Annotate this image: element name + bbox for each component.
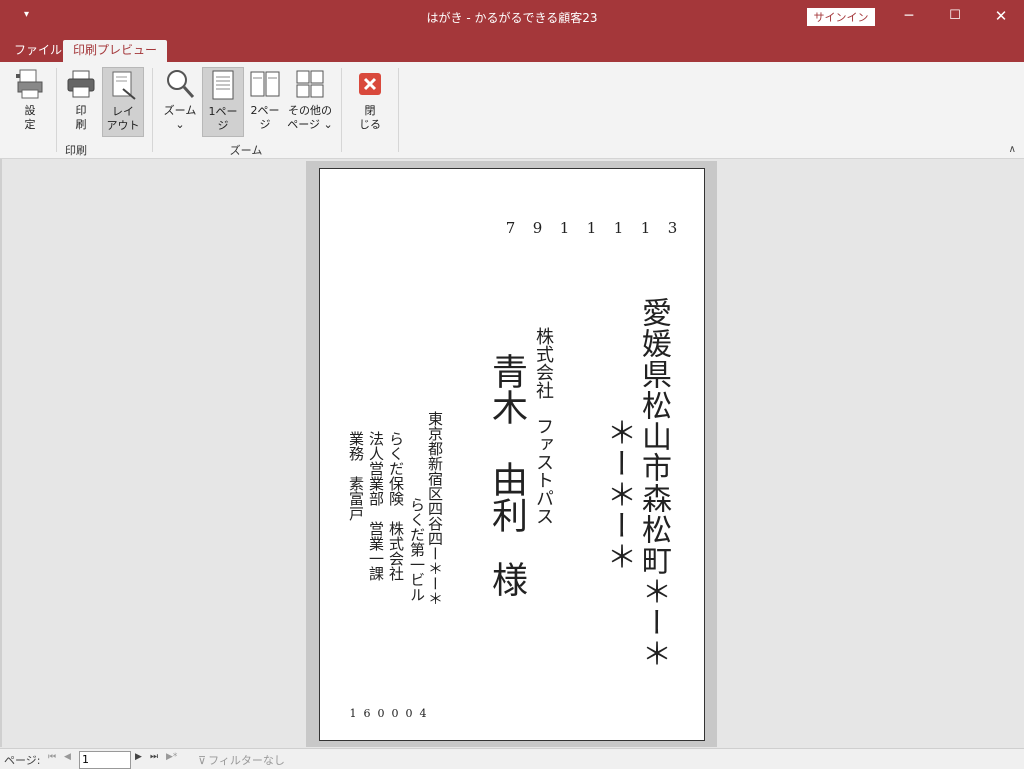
layout-icon [112, 71, 136, 100]
sender-zip-digit: 1 [349, 707, 357, 720]
filter-icon: ⊽ [198, 754, 207, 767]
dest-zip-digit: 1 [586, 219, 597, 237]
group-separator [152, 68, 153, 152]
minimize-icon[interactable]: ─ [886, 0, 932, 34]
dest-zip-digit: 7 [505, 219, 516, 237]
title-bar: ▾ はがき - かるがるできる顧客23 サインイン ─ ☐ ✕ [0, 0, 1024, 34]
tab-print-preview[interactable]: 印刷プレビュー [63, 40, 168, 62]
one-page-label: 1ペー ジ [208, 105, 238, 132]
filter-label: フィルターなし [208, 754, 285, 767]
sender-zip-digit: 4 [419, 707, 427, 720]
prev-page-icon[interactable]: ◀ [64, 752, 71, 762]
tab-file[interactable]: ファイル [4, 40, 72, 62]
group-separator [56, 68, 57, 152]
first-page-icon[interactable]: ⏮ [48, 752, 56, 762]
zoom-button[interactable]: ズーム ⌄ [160, 68, 200, 132]
signin-button[interactable]: サインイン [807, 8, 875, 26]
close-preview-button[interactable]: 閉 じる [352, 68, 388, 132]
dest-honorific: 様 [486, 561, 527, 597]
dest-company: 株式会社 ファストパス [533, 327, 554, 525]
dest-name: 青木 由利 [486, 353, 527, 533]
postcard-preview: 7911113 愛媛県松山市森松町＊ー＊ ＊ー＊ー＊ 株式会社 ファストパス 青… [319, 168, 705, 741]
dest-zip-digit: 1 [640, 219, 651, 237]
page-label: ページ: [4, 754, 41, 767]
sender-zip: 160004 [346, 707, 430, 720]
close-icon [359, 73, 381, 95]
page-setup-label: 設 定 [24, 104, 36, 131]
two-page-icon [250, 71, 280, 97]
sender-name: 業務 素富戸 [347, 431, 365, 521]
two-page-button[interactable]: 2ペー ジ [246, 68, 284, 132]
sender-zip-digit: 6 [363, 707, 371, 720]
other-pages-label: その他の ページ ⌄ [287, 104, 333, 131]
next-page-icon[interactable]: ▶ [135, 752, 142, 762]
group-label-print: 印刷 [65, 144, 87, 157]
other-pages-button[interactable]: その他の ページ ⌄ [286, 68, 334, 132]
group-label-zoom: ズーム [229, 144, 263, 157]
sender-address-line2: らくだ第一ビル [408, 497, 426, 602]
filter-indicator[interactable]: ⊽ フィルターなし [198, 752, 285, 768]
sender-company: らくだ保険 株式会社 [387, 431, 405, 581]
dest-address-line2: ＊ー＊ー＊ [601, 417, 636, 572]
sender-zip-digit: 0 [405, 707, 413, 720]
status-bar: ページ: ⏮ ◀ ▶ ⏭ ▶* ⊽フィルターなし [0, 748, 1024, 769]
layout-label: レイ アウト [106, 105, 140, 132]
magnifier-icon [167, 70, 195, 99]
dest-zip-digit: 3 [667, 219, 678, 237]
one-page-button[interactable]: 1ペー ジ [202, 67, 244, 137]
zoom-label: ズーム ⌄ [163, 104, 197, 131]
two-page-label: 2ペー ジ [250, 104, 280, 131]
collapse-ribbon-icon[interactable]: ∧ [1009, 144, 1016, 155]
dest-zip: 7911113 [497, 219, 686, 237]
group-separator [398, 68, 399, 152]
sender-zip-digit: 0 [377, 707, 385, 720]
one-page-icon [212, 70, 234, 100]
group-separator [341, 68, 342, 152]
printer-icon [67, 70, 95, 98]
close-window-icon[interactable]: ✕ [978, 0, 1024, 34]
close-preview-label: 閉 じる [359, 104, 381, 131]
dest-zip-digit: 1 [559, 219, 570, 237]
new-record-icon[interactable]: ▶* [166, 752, 177, 762]
dest-zip-digit: 9 [532, 219, 543, 237]
page-setup-icon [16, 69, 43, 99]
dest-address-line1: 愛媛県松山市森松町＊ー＊ [636, 297, 671, 669]
page-setup-button[interactable]: 設 定 [10, 68, 50, 132]
ribbon-tabs: ファイル 印刷プレビュー [0, 34, 1024, 62]
multi-page-icon [296, 70, 324, 98]
dest-zip-digit: 1 [613, 219, 624, 237]
print-label: 印 刷 [75, 104, 87, 131]
sender-address-line1: 東京都新宿区四谷四ー＊ー＊ [426, 411, 444, 606]
ribbon: 設 定 印 刷 レイ アウト 印刷 ズーム ⌄ 1ペー ジ 2ペー ジ その他の… [0, 62, 1024, 159]
last-page-icon[interactable]: ⏭ [150, 752, 158, 762]
layout-button[interactable]: レイ アウト [102, 67, 144, 137]
print-button[interactable]: 印 刷 [62, 68, 100, 132]
maximize-icon[interactable]: ☐ [932, 0, 978, 34]
sender-zip-digit: 0 [391, 707, 399, 720]
page-number-input[interactable] [79, 751, 131, 769]
sender-department: 法人営業部 営業一課 [367, 431, 385, 581]
